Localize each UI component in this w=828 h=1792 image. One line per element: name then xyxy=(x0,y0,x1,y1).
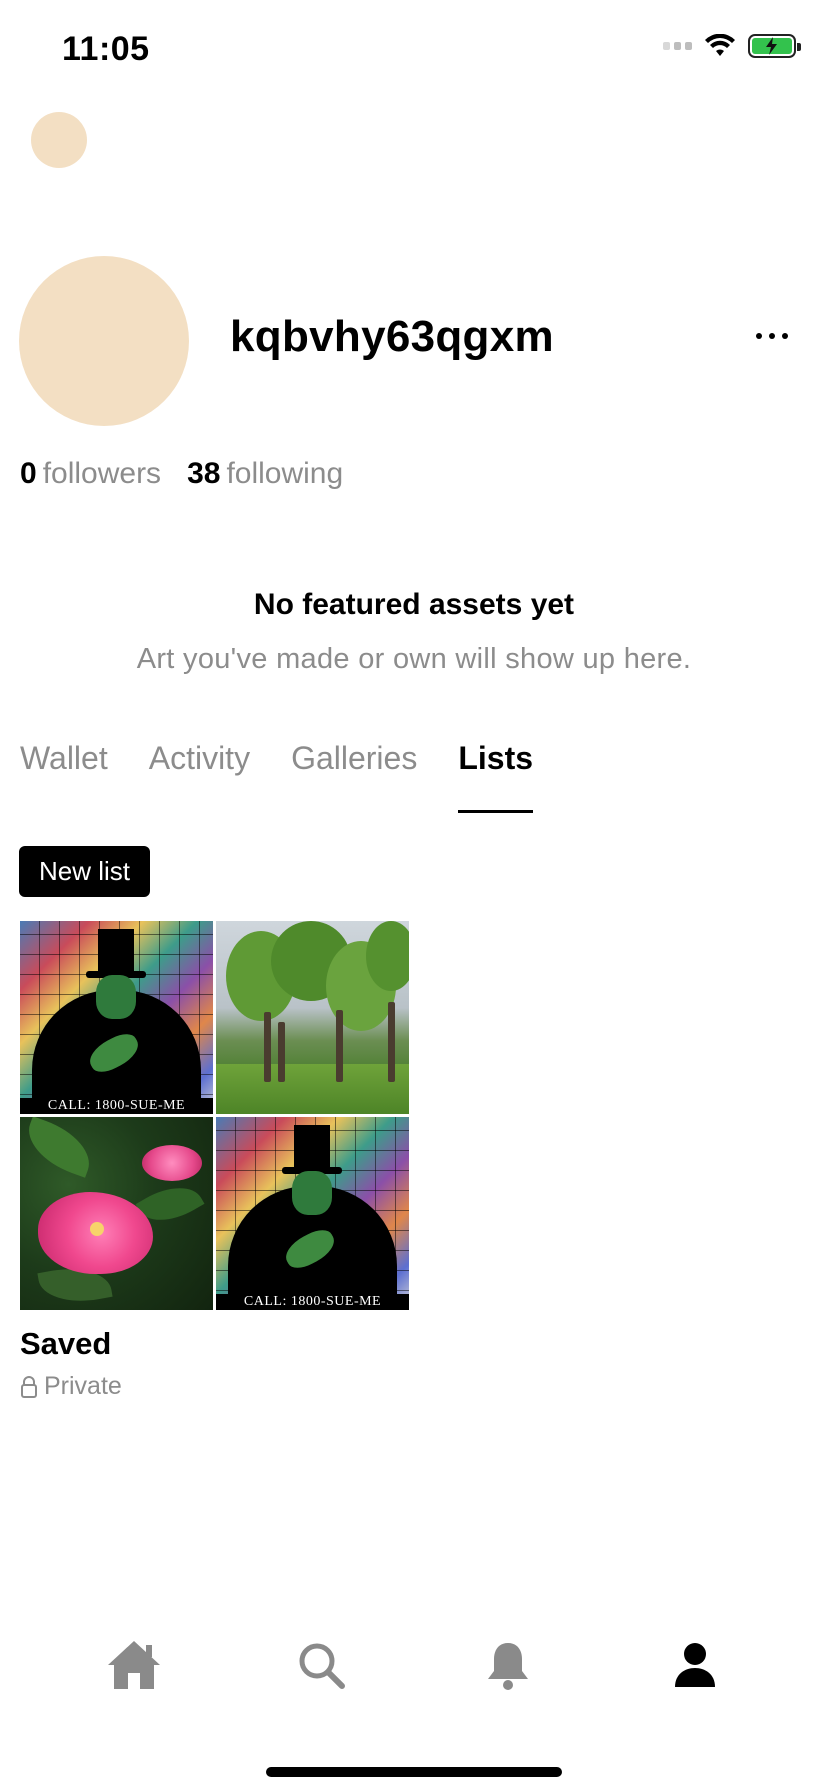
new-list-button[interactable]: New list xyxy=(19,846,150,897)
list-title: Saved xyxy=(20,1326,112,1361)
following-label: following xyxy=(226,457,344,490)
empty-state-title: No featured assets yet xyxy=(253,588,575,621)
home-icon xyxy=(107,1641,160,1689)
list-privacy-label: Private xyxy=(44,1372,122,1400)
battery-icon xyxy=(748,34,801,58)
status-icons xyxy=(663,34,801,58)
account-switcher-avatar[interactable] xyxy=(31,112,87,168)
list-privacy: Private xyxy=(20,1372,410,1401)
more-dot-icon xyxy=(782,333,788,339)
empty-state-subtitle: Art you've made or own will show up here… xyxy=(136,643,692,675)
status-time: 11:05 xyxy=(62,30,150,68)
lock-icon xyxy=(21,1375,37,1398)
profile-tabs: Wallet Activity Galleries Lists xyxy=(20,740,533,813)
list-thumbnail: CALL: 1800-SUE-ME xyxy=(216,1117,409,1310)
nav-profile[interactable] xyxy=(655,1630,735,1700)
followers-link[interactable]: 0 followers xyxy=(20,457,161,491)
thumbnail-caption: CALL: 1800-SUE-ME xyxy=(20,1098,213,1114)
nav-home[interactable] xyxy=(94,1630,174,1700)
bottom-nav xyxy=(0,1625,828,1705)
tab-lists[interactable]: Lists xyxy=(458,740,533,813)
nav-search[interactable] xyxy=(281,1630,361,1700)
followers-label: followers xyxy=(42,457,162,490)
search-icon xyxy=(299,1643,345,1689)
thumbnail-caption: CALL: 1800-SUE-ME xyxy=(216,1294,409,1310)
wifi-icon xyxy=(705,34,735,56)
follow-stats: 0 followers 38 following xyxy=(20,457,343,491)
list-thumbnail-grid: CALL: 1800-SUE-ME CALL: 1800-SUE-ME xyxy=(20,921,410,1310)
home-indicator[interactable] xyxy=(266,1767,562,1777)
list-card[interactable]: CALL: 1800-SUE-ME CALL: 1800-SUE-ME Save… xyxy=(20,921,410,1401)
tab-activity[interactable]: Activity xyxy=(149,740,250,813)
cellular-signal-icon xyxy=(663,42,692,50)
profile-screen: 11:05 kqbvhy63qgxm 0 followers 38 followin… xyxy=(0,0,828,1792)
profile-avatar xyxy=(19,256,189,426)
more-options-button[interactable] xyxy=(750,324,794,348)
list-thumbnail xyxy=(216,921,409,1114)
nav-notifications[interactable] xyxy=(468,1630,548,1700)
list-thumbnail: CALL: 1800-SUE-ME xyxy=(20,921,213,1114)
bell-icon xyxy=(487,1643,528,1690)
username: kqbvhy63qgxm xyxy=(230,312,554,361)
more-dot-icon xyxy=(756,333,762,339)
profile-icon xyxy=(674,1643,715,1687)
followers-count: 0 xyxy=(20,457,37,490)
list-thumbnail xyxy=(20,1117,213,1310)
tab-wallet[interactable]: Wallet xyxy=(20,740,108,813)
tab-galleries[interactable]: Galleries xyxy=(291,740,417,813)
following-count: 38 xyxy=(187,457,221,490)
more-dot-icon xyxy=(769,333,775,339)
following-link[interactable]: 38 following xyxy=(187,457,343,491)
